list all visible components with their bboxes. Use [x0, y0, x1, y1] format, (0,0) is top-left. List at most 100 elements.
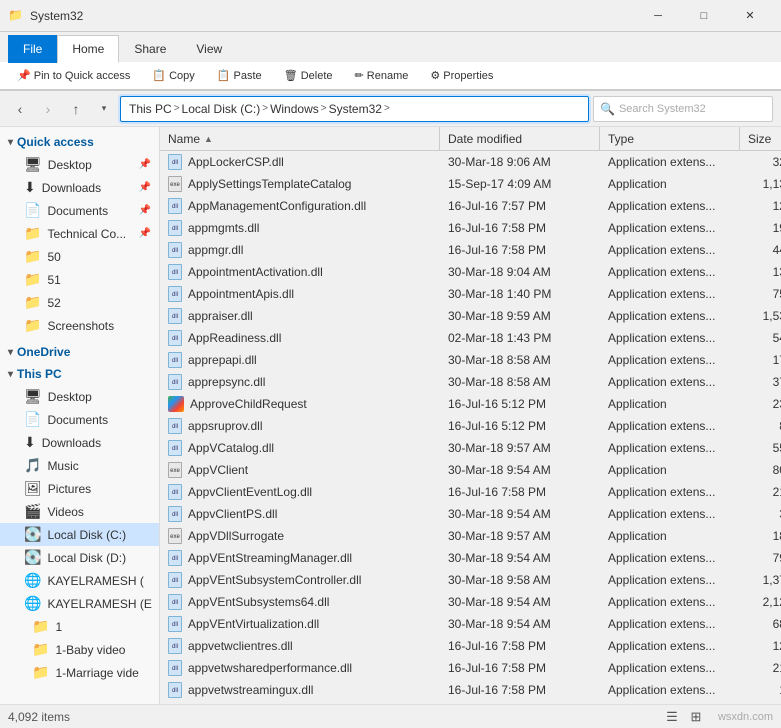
file-date-cell: 30-Mar-18 9:59 AM [440, 309, 600, 323]
file-name: apprepapi.dll [188, 353, 257, 367]
sidebar-item-label: Technical Co... [47, 227, 126, 241]
address-part-windows[interactable]: Windows [270, 102, 319, 116]
sidebar-item-localdisk-c[interactable]: 💽 Local Disk (C:) [0, 523, 159, 546]
sidebar-item-downloads-qa[interactable]: ⬇ Downloads 📌 [0, 176, 159, 199]
address-bar[interactable]: This PC > Local Disk (C:) > Windows > Sy… [120, 96, 589, 122]
file-name: AppVClient [188, 463, 248, 477]
table-row[interactable]: dll AppvClientEventLog.dll 16-Jul-16 7:5… [160, 481, 781, 503]
ribbon-pin-btn[interactable]: 📌 Pin to Quick access [8, 66, 139, 85]
tab-share[interactable]: Share [119, 35, 181, 62]
table-row[interactable]: dll AppReadiness.dll 02-Mar-18 1:43 PM A… [160, 327, 781, 349]
file-size-cell: 688 KB [740, 617, 781, 631]
table-row[interactable]: dll appraiser.dll 30-Mar-18 9:59 AM Appl… [160, 305, 781, 327]
file-type-cell: Application extens... [600, 617, 740, 631]
sidebar-section-thispc[interactable]: ▾ This PC [0, 363, 159, 385]
folder-icon: 📁 [24, 294, 41, 311]
col-header-size[interactable]: Size [740, 127, 781, 150]
table-row[interactable]: dll appvetwstreamingux.dll 16-Jul-16 7:5… [160, 679, 781, 701]
table-row[interactable]: dll appvetwsharedperformance.dll 16-Jul-… [160, 657, 781, 679]
sidebar-item-music[interactable]: 🎵 Music [0, 454, 159, 477]
table-row[interactable]: dll AppVEntVirtualization.dll 30-Mar-18 … [160, 613, 781, 635]
table-row[interactable]: dll appmgr.dll 16-Jul-16 7:58 PM Applica… [160, 239, 781, 261]
sidebar-item-videos[interactable]: 🎬 Videos [0, 500, 159, 523]
table-row[interactable]: ApproveChildRequest 16-Jul-16 5:12 PM Ap… [160, 393, 781, 415]
ribbon-properties-btn[interactable]: ⚙ Properties [421, 66, 502, 85]
table-row[interactable]: exe AppVClient 30-Mar-18 9:54 AM Applica… [160, 459, 781, 481]
search-bar[interactable]: 🔍 Search System32 [593, 96, 773, 122]
file-name-cell: dll AppVEntSubsystemController.dll [160, 572, 440, 588]
sidebar-item-label: 50 [47, 250, 60, 264]
file-type-cell: Application extens... [600, 661, 740, 675]
large-icons-btn[interactable]: ⊞ [686, 707, 706, 727]
sidebar-item-kayelramesh1[interactable]: 🌐 KAYELRAMESH ( [0, 569, 159, 592]
tab-home[interactable]: Home [57, 35, 119, 63]
table-row[interactable]: dll AppvClientPS.dll 30-Mar-18 9:54 AM A… [160, 503, 781, 525]
table-row[interactable]: dll AppVEntSubsystems64.dll 30-Mar-18 9:… [160, 591, 781, 613]
ribbon-copy-btn[interactable]: 📋 Copy [143, 66, 203, 85]
table-row[interactable]: exe AppVDllSurrogate 30-Mar-18 9:57 AM A… [160, 525, 781, 547]
sidebar-section-onedrive[interactable]: ▾ OneDrive [0, 341, 159, 363]
file-size-cell: 754 KB [740, 287, 781, 301]
maximize-button[interactable]: □ [681, 0, 727, 32]
tab-file[interactable]: File [8, 35, 57, 63]
table-row[interactable]: dll appvetwclientres.dll 16-Jul-16 7:58 … [160, 635, 781, 657]
minimize-button[interactable]: ─ [635, 0, 681, 32]
table-row[interactable]: dll apprepapi.dll 30-Mar-18 8:58 AM Appl… [160, 349, 781, 371]
sidebar-item-net-baby[interactable]: 📁 1-Baby video [0, 638, 159, 661]
sidebar-item-localdisk-d[interactable]: 💽 Local Disk (D:) [0, 546, 159, 569]
details-view-btn[interactable]: ☰ [662, 707, 682, 727]
file-icon: dll [168, 264, 182, 280]
sidebar-item-net-1[interactable]: 📁 1 [0, 615, 159, 638]
table-row[interactable]: dll AppVCatalog.dll 30-Mar-18 9:57 AM Ap… [160, 437, 781, 459]
sidebar-item-kayelramesh2[interactable]: 🌐 KAYELRAMESH (E [0, 592, 159, 615]
up-button[interactable]: ↑ [64, 97, 88, 121]
back-button[interactable]: ‹ [8, 97, 32, 121]
ribbon-rename-btn[interactable]: ✏ Rename [346, 66, 418, 85]
address-part-system32[interactable]: System32 [329, 102, 382, 116]
table-row[interactable]: dll AppVEntSubsystemController.dll 30-Ma… [160, 569, 781, 591]
table-row[interactable]: exe ApplySettingsTemplateCatalog 15-Sep-… [160, 173, 781, 195]
sidebar-item-documents-qa[interactable]: 📄 Documents 📌 [0, 199, 159, 222]
table-row[interactable]: dll appmgmts.dll 16-Jul-16 7:58 PM Appli… [160, 217, 781, 239]
sidebar-item-desktop-qa[interactable]: 🖥 Desktop 📌 [0, 153, 159, 176]
ribbon-delete-btn[interactable]: 🗑 Delete [275, 66, 342, 85]
sidebar-item-net-marriage[interactable]: 📁 1-Marriage vide [0, 661, 159, 684]
file-date-cell: 16-Jul-16 7:58 PM [440, 243, 600, 257]
sidebar-item-documents-pc[interactable]: 📄 Documents [0, 408, 159, 431]
file-size-cell: 371 KB [740, 375, 781, 389]
sidebar-item-51[interactable]: 📁 51 [0, 268, 159, 291]
table-row[interactable]: dll AppLockerCSP.dll 30-Mar-18 9:06 AM A… [160, 151, 781, 173]
ribbon-paste-btn[interactable]: 📋 Paste [208, 66, 271, 85]
table-row[interactable]: dll AppManagementConfiguration.dll 16-Ju… [160, 195, 781, 217]
forward-button[interactable]: › [36, 97, 60, 121]
file-name: appvetwstreamingux.dll [188, 683, 313, 697]
col-header-type[interactable]: Type [600, 127, 740, 150]
sidebar-section-quick-access[interactable]: ▾ Quick access [0, 131, 159, 153]
sidebar-item-downloads-pc[interactable]: ⬇ Downloads [0, 431, 159, 454]
sidebar-item-label: Downloads [42, 181, 101, 195]
close-button[interactable]: ✕ [727, 0, 773, 32]
col-header-date[interactable]: Date modified [440, 127, 600, 150]
sidebar-item-50[interactable]: 📁 50 [0, 245, 159, 268]
sidebar-item-desktop-pc[interactable]: 🖥 Desktop [0, 385, 159, 408]
col-header-name[interactable]: Name ▲ [160, 127, 440, 150]
table-row[interactable]: dll AppVEntStreamingManager.dll 30-Mar-1… [160, 547, 781, 569]
table-row[interactable]: dll AppVFileSystemMetadata.dll 16-Jul-16… [160, 701, 781, 704]
sidebar-item-screenshots[interactable]: 📁 Screenshots [0, 314, 159, 337]
table-row[interactable]: dll apprepsync.dll 30-Mar-18 8:58 AM App… [160, 371, 781, 393]
table-row[interactable]: dll AppointmentActivation.dll 30-Mar-18 … [160, 261, 781, 283]
file-type-cell: Application extens... [600, 419, 740, 433]
table-row[interactable]: dll AppointmentApis.dll 30-Mar-18 1:40 P… [160, 283, 781, 305]
sidebar-item-technical-qa[interactable]: 📁 Technical Co... 📌 [0, 222, 159, 245]
pictures-icon: 🖼 [24, 480, 42, 497]
tab-view[interactable]: View [181, 35, 237, 62]
sidebar-item-52[interactable]: 📁 52 [0, 291, 159, 314]
address-part-thispc[interactable]: This PC [129, 102, 172, 116]
table-row[interactable]: dll appsruprov.dll 16-Jul-16 5:12 PM App… [160, 415, 781, 437]
address-part-localdisk[interactable]: Local Disk (C:) [182, 102, 261, 116]
search-placeholder: Search System32 [619, 103, 706, 115]
recent-button[interactable]: ▾ [92, 97, 116, 121]
disk-icon: 💽 [24, 549, 41, 566]
sidebar-item-pictures[interactable]: 🖼 Pictures [0, 477, 159, 500]
pin-icon: 📌 [139, 182, 151, 193]
